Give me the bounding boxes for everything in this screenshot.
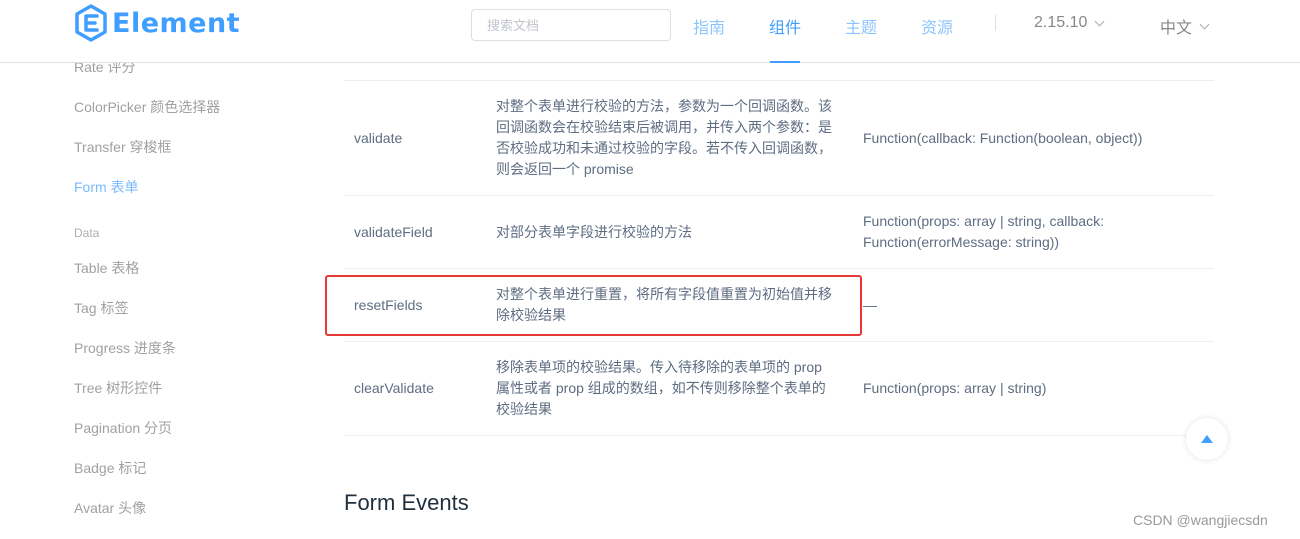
- highlight-box: [325, 275, 862, 336]
- logo-text: Element: [112, 7, 241, 39]
- table-row: clearValidate 移除表单项的校验结果。传入待移除的表单项的 prop…: [344, 342, 1214, 436]
- back-to-top-button[interactable]: [1186, 418, 1228, 460]
- method-name: clearValidate: [354, 380, 434, 396]
- nav-divider: [995, 15, 996, 31]
- sidebar-item-progress[interactable]: Progress 进度条: [74, 338, 176, 358]
- version-label: 2.15.10: [1034, 14, 1088, 31]
- description-line: 校验结果: [496, 401, 552, 417]
- nav-theme[interactable]: 主题: [845, 14, 877, 38]
- top-header: Element 指南 组件 主题 资源 2.15.10 中文: [0, 0, 1300, 63]
- methods-table: validate 对整个表单进行校验的方法，参数为一个回调函数。该 回调函数会在…: [344, 80, 1214, 436]
- sidebar-item-pagination[interactable]: Pagination 分页: [74, 418, 172, 438]
- method-description: 对部分表单字段进行校验的方法: [496, 224, 692, 240]
- chevron-down-icon: [1094, 16, 1105, 26]
- description-line: 回调函数会在校验结束后被调用，并传入两个参数：是: [496, 119, 832, 135]
- sidebar-item-transfer[interactable]: Transfer 穿梭框: [74, 137, 172, 157]
- description-line: 移除表单项的校验结果。传入待移除的表单项的 prop: [496, 359, 822, 375]
- sidebar-item-tag[interactable]: Tag 标签: [74, 298, 128, 318]
- method-name: validateField: [354, 224, 433, 240]
- sidebar-item-avatar[interactable]: Avatar 头像: [74, 498, 146, 518]
- description-line: 对整个表单进行校验的方法，参数为一个回调函数。该: [496, 98, 832, 114]
- sidebar-group-data: Data: [74, 226, 100, 240]
- params-line: Function(errorMessage: string)): [863, 234, 1060, 250]
- method-params: Function(props: array | string): [863, 380, 1047, 396]
- sidebar-item-table[interactable]: Table 表格: [74, 258, 139, 278]
- table-row: validate 对整个表单进行校验的方法，参数为一个回调函数。该 回调函数会在…: [344, 81, 1214, 196]
- language-label: 中文: [1160, 20, 1193, 37]
- sidebar-item-form[interactable]: Form 表单: [74, 177, 139, 197]
- sidebar-item-badge[interactable]: Badge 标记: [74, 458, 146, 478]
- sidebar-item-colorpicker[interactable]: ColorPicker 颜色选择器: [74, 97, 220, 117]
- nav-active-underline: [770, 61, 800, 63]
- method-name: validate: [354, 130, 403, 146]
- language-dropdown[interactable]: 中文: [1160, 14, 1210, 38]
- nav-component[interactable]: 组件: [769, 14, 801, 38]
- version-dropdown[interactable]: 2.15.10: [1034, 14, 1105, 32]
- section-heading-form-events: Form Events: [344, 490, 469, 515]
- description-line: 则会返回一个 promise: [496, 161, 634, 177]
- description-line: 否校验成功和未通过校验的字段。若不传入回调函数，: [496, 140, 832, 156]
- caret-up-icon: [1201, 435, 1213, 443]
- method-params: Function(props: array | string, callback…: [863, 211, 1213, 253]
- nav-guide[interactable]: 指南: [693, 14, 725, 38]
- method-params: Function(callback: Function(boolean, obj…: [863, 130, 1143, 146]
- logo[interactable]: Element: [74, 4, 240, 42]
- description-line: 属性或者 prop 组成的数组，如不传则移除整个表单的: [496, 380, 826, 396]
- method-description: 移除表单项的校验结果。传入待移除的表单项的 prop 属性或者 prop 组成的…: [496, 357, 841, 420]
- params-line: Function(props: array | string, callback…: [863, 213, 1104, 229]
- sidebar-item-tree[interactable]: Tree 树形控件: [74, 378, 162, 398]
- chevron-down-icon: [1199, 19, 1210, 29]
- element-logo-icon: [75, 4, 107, 42]
- sidebar: Rate 评分 ColorPicker 颜色选择器 Transfer 穿梭框 F…: [74, 0, 324, 539]
- nav-resource[interactable]: 资源: [921, 14, 953, 38]
- method-params: —: [863, 297, 877, 313]
- method-description: 对整个表单进行校验的方法，参数为一个回调函数。该 回调函数会在校验结束后被调用，…: [496, 96, 841, 180]
- search-input[interactable]: [471, 9, 671, 41]
- table-row: validateField 对部分表单字段进行校验的方法 Function(pr…: [344, 196, 1214, 269]
- watermark: CSDN @wangjiecsdn: [1133, 512, 1268, 528]
